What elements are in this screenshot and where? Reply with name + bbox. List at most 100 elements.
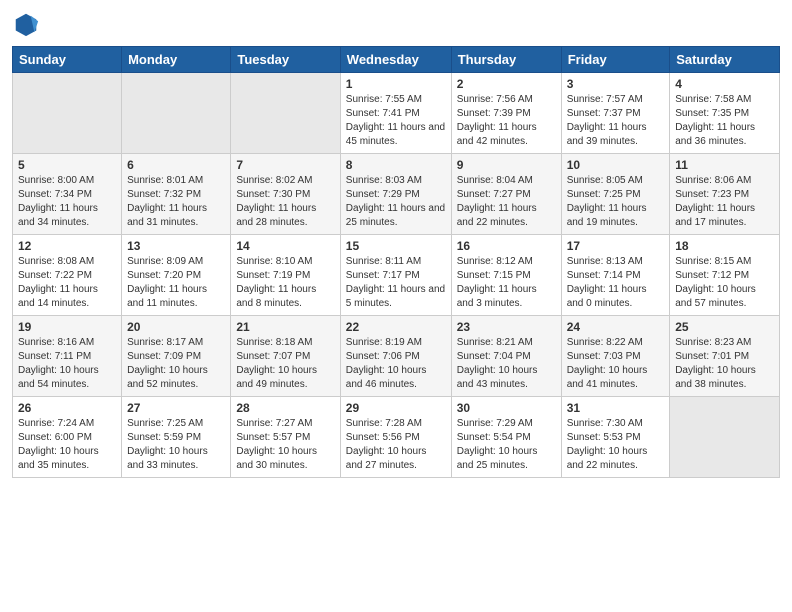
calendar-cell: 13 Sunrise: 8:09 AM Sunset: 7:20 PM Dayli… <box>122 235 231 316</box>
day-info: Sunrise: 8:12 AM Sunset: 7:15 PM Dayligh… <box>457 255 556 311</box>
calendar-cell: 10 Sunrise: 8:05 AM Sunset: 7:25 PM Dayli… <box>561 154 670 235</box>
day-number: 13 <box>127 239 225 253</box>
calendar-table: SundayMondayTuesdayWednesdayThursdayFrid… <box>12 46 780 478</box>
day-number: 22 <box>346 320 446 334</box>
calendar-cell: 22 Sunrise: 8:19 AM Sunset: 7:06 PM Dayli… <box>340 316 451 397</box>
day-number: 10 <box>567 158 665 172</box>
calendar-cell: 18 Sunrise: 8:15 AM Sunset: 7:12 PM Dayli… <box>670 235 780 316</box>
calendar-cell: 23Sunrise: 8:21 AM Sunset: 7:04 PM Dayli… <box>451 316 561 397</box>
day-number: 25 <box>675 320 774 334</box>
calendar-cell: 16 Sunrise: 8:12 AM Sunset: 7:15 PM Dayli… <box>451 235 561 316</box>
calendar-cell <box>13 73 122 154</box>
day-number: 8 <box>346 158 446 172</box>
day-number: 12 <box>18 239 116 253</box>
calendar-cell: 2Sunrise: 7:56 AM Sunset: 7:39 PM Daylig… <box>451 73 561 154</box>
calendar-week-row: 12 Sunrise: 8:08 AM Sunset: 7:22 PM Dayli… <box>13 235 780 316</box>
calendar-cell: 25 Sunrise: 8:23 AM Sunset: 7:01 PM Dayli… <box>670 316 780 397</box>
day-info: Sunrise: 8:19 AM Sunset: 7:06 PM Dayligh… <box>346 336 446 392</box>
day-info: Sunrise: 7:58 AM Sunset: 7:35 PM Dayligh… <box>675 93 774 149</box>
calendar-cell: 9 Sunrise: 8:04 AM Sunset: 7:27 PM Daylig… <box>451 154 561 235</box>
page-container: SundayMondayTuesdayWednesdayThursdayFrid… <box>0 0 792 488</box>
day-info: Sunrise: 8:10 AM Sunset: 7:19 PM Dayligh… <box>236 255 334 311</box>
day-number: 16 <box>457 239 556 253</box>
logo-icon <box>12 10 40 38</box>
day-info: Sunrise: 7:24 AM Sunset: 6:00 PM Dayligh… <box>18 417 116 473</box>
day-info: Sunrise: 7:25 AM Sunset: 5:59 PM Dayligh… <box>127 417 225 473</box>
day-number: 9 <box>457 158 556 172</box>
day-info: Sunrise: 8:11 AM Sunset: 7:17 PM Dayligh… <box>346 255 446 311</box>
weekday-header-thursday: Thursday <box>451 47 561 73</box>
day-info: Sunrise: 8:05 AM Sunset: 7:25 PM Dayligh… <box>567 174 665 230</box>
weekday-header-sunday: Sunday <box>13 47 122 73</box>
calendar-cell: 8 Sunrise: 8:03 AM Sunset: 7:29 PM Daylig… <box>340 154 451 235</box>
day-number: 7 <box>236 158 334 172</box>
day-info: Sunrise: 8:08 AM Sunset: 7:22 PM Dayligh… <box>18 255 116 311</box>
calendar-week-row: 19 Sunrise: 8:16 AM Sunset: 7:11 PM Dayli… <box>13 316 780 397</box>
day-info: Sunrise: 7:28 AM Sunset: 5:56 PM Dayligh… <box>346 417 446 473</box>
day-number: 28 <box>236 401 334 415</box>
day-info: Sunrise: 8:04 AM Sunset: 7:27 PM Dayligh… <box>457 174 556 230</box>
day-number: 15 <box>346 239 446 253</box>
day-info: Sunrise: 8:23 AM Sunset: 7:01 PM Dayligh… <box>675 336 774 392</box>
day-info: Sunrise: 8:00 AM Sunset: 7:34 PM Dayligh… <box>18 174 116 230</box>
calendar-cell: 31 Sunrise: 7:30 AM Sunset: 5:53 PM Dayli… <box>561 397 670 478</box>
day-info: Sunrise: 7:56 AM Sunset: 7:39 PM Dayligh… <box>457 93 556 149</box>
calendar-cell: 21Sunrise: 8:18 AM Sunset: 7:07 PM Dayli… <box>231 316 340 397</box>
day-number: 23 <box>457 320 556 334</box>
calendar-cell <box>122 73 231 154</box>
day-number: 26 <box>18 401 116 415</box>
day-number: 31 <box>567 401 665 415</box>
day-number: 17 <box>567 239 665 253</box>
calendar-cell: 27 Sunrise: 7:25 AM Sunset: 5:59 PM Dayli… <box>122 397 231 478</box>
calendar-cell: 19 Sunrise: 8:16 AM Sunset: 7:11 PM Dayli… <box>13 316 122 397</box>
calendar-cell <box>231 73 340 154</box>
weekday-header-wednesday: Wednesday <box>340 47 451 73</box>
calendar-week-row: 1 Sunrise: 7:55 AM Sunset: 7:41 PM Daylig… <box>13 73 780 154</box>
day-number: 14 <box>236 239 334 253</box>
weekday-header-monday: Monday <box>122 47 231 73</box>
day-info: Sunrise: 7:27 AM Sunset: 5:57 PM Dayligh… <box>236 417 334 473</box>
weekday-header-friday: Friday <box>561 47 670 73</box>
day-number: 24 <box>567 320 665 334</box>
calendar-cell: 5 Sunrise: 8:00 AM Sunset: 7:34 PM Daylig… <box>13 154 122 235</box>
calendar-cell <box>670 397 780 478</box>
calendar-cell: 15 Sunrise: 8:11 AM Sunset: 7:17 PM Dayli… <box>340 235 451 316</box>
calendar-cell: 14 Sunrise: 8:10 AM Sunset: 7:19 PM Dayli… <box>231 235 340 316</box>
day-info: Sunrise: 7:57 AM Sunset: 7:37 PM Dayligh… <box>567 93 665 149</box>
calendar-cell: 1 Sunrise: 7:55 AM Sunset: 7:41 PM Daylig… <box>340 73 451 154</box>
day-info: Sunrise: 8:17 AM Sunset: 7:09 PM Dayligh… <box>127 336 225 392</box>
day-info: Sunrise: 7:55 AM Sunset: 7:41 PM Dayligh… <box>346 93 446 149</box>
day-number: 1 <box>346 77 446 91</box>
logo <box>12 10 44 38</box>
calendar-cell: 7 Sunrise: 8:02 AM Sunset: 7:30 PM Daylig… <box>231 154 340 235</box>
calendar-cell: 11Sunrise: 8:06 AM Sunset: 7:23 PM Dayli… <box>670 154 780 235</box>
day-number: 27 <box>127 401 225 415</box>
day-info: Sunrise: 8:02 AM Sunset: 7:30 PM Dayligh… <box>236 174 334 230</box>
day-number: 4 <box>675 77 774 91</box>
day-info: Sunrise: 8:09 AM Sunset: 7:20 PM Dayligh… <box>127 255 225 311</box>
calendar-cell: 17Sunrise: 8:13 AM Sunset: 7:14 PM Dayli… <box>561 235 670 316</box>
calendar-cell: 3Sunrise: 7:57 AM Sunset: 7:37 PM Daylig… <box>561 73 670 154</box>
weekday-header-saturday: Saturday <box>670 47 780 73</box>
header <box>12 10 780 38</box>
day-number: 19 <box>18 320 116 334</box>
calendar-cell: 26 Sunrise: 7:24 AM Sunset: 6:00 PM Dayli… <box>13 397 122 478</box>
day-number: 30 <box>457 401 556 415</box>
weekday-header-row: SundayMondayTuesdayWednesdayThursdayFrid… <box>13 47 780 73</box>
calendar-cell: 6Sunrise: 8:01 AM Sunset: 7:32 PM Daylig… <box>122 154 231 235</box>
day-info: Sunrise: 8:15 AM Sunset: 7:12 PM Dayligh… <box>675 255 774 311</box>
day-number: 29 <box>346 401 446 415</box>
day-info: Sunrise: 8:18 AM Sunset: 7:07 PM Dayligh… <box>236 336 334 392</box>
day-info: Sunrise: 7:30 AM Sunset: 5:53 PM Dayligh… <box>567 417 665 473</box>
day-info: Sunrise: 8:03 AM Sunset: 7:29 PM Dayligh… <box>346 174 446 230</box>
calendar-cell: 4 Sunrise: 7:58 AM Sunset: 7:35 PM Daylig… <box>670 73 780 154</box>
calendar-cell: 24 Sunrise: 8:22 AM Sunset: 7:03 PM Dayli… <box>561 316 670 397</box>
day-number: 20 <box>127 320 225 334</box>
day-number: 5 <box>18 158 116 172</box>
day-info: Sunrise: 8:16 AM Sunset: 7:11 PM Dayligh… <box>18 336 116 392</box>
day-info: Sunrise: 7:29 AM Sunset: 5:54 PM Dayligh… <box>457 417 556 473</box>
calendar-cell: 20 Sunrise: 8:17 AM Sunset: 7:09 PM Dayli… <box>122 316 231 397</box>
day-number: 18 <box>675 239 774 253</box>
day-info: Sunrise: 8:22 AM Sunset: 7:03 PM Dayligh… <box>567 336 665 392</box>
calendar-cell: 30 Sunrise: 7:29 AM Sunset: 5:54 PM Dayli… <box>451 397 561 478</box>
